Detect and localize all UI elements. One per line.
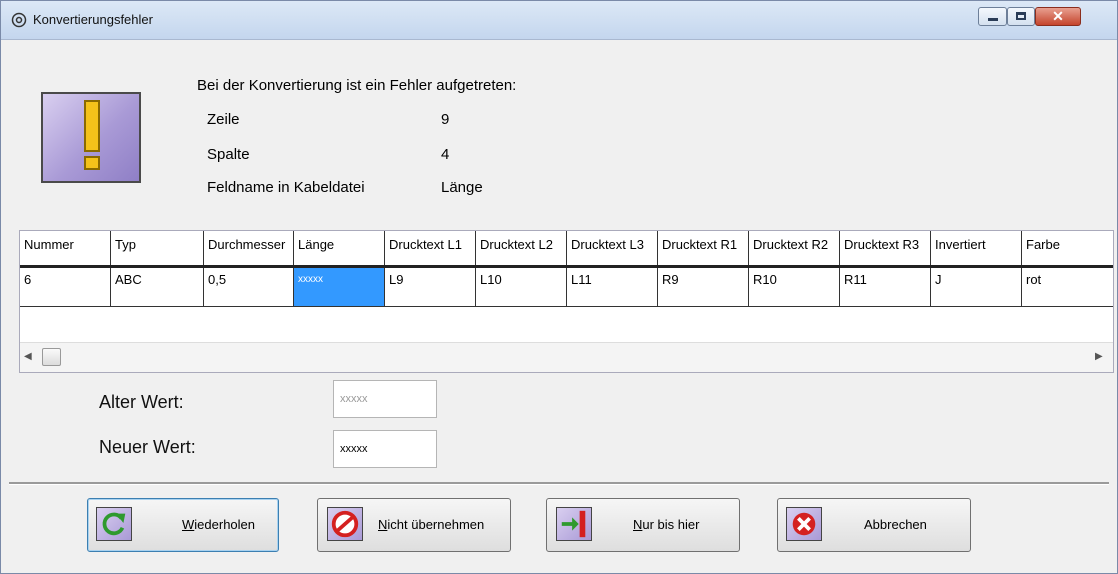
table-cell[interactable]: J xyxy=(930,268,1021,306)
minimize-icon xyxy=(988,18,998,21)
horizontal-scrollbar[interactable]: ◀ ▶ xyxy=(20,342,1113,372)
table-cell[interactable]: rot xyxy=(1021,268,1113,306)
minimize-button[interactable] xyxy=(978,7,1007,26)
cancel-button[interactable]: Abbrechen xyxy=(777,498,971,552)
info-value-row: 9 xyxy=(441,111,450,128)
table-cell[interactable]: L11 xyxy=(566,268,657,306)
col-header[interactable]: Drucktext R3 xyxy=(839,231,930,265)
info-label-column: Spalte xyxy=(207,146,250,163)
scroll-right-icon[interactable]: ▶ xyxy=(1095,349,1109,365)
table-cell[interactable]: 0,5 xyxy=(203,268,293,306)
arrow-to-bar-icon xyxy=(556,507,592,541)
skip-button[interactable]: Nicht übernehmen xyxy=(317,498,511,552)
close-icon: ✕ xyxy=(1052,8,1064,24)
table-cell[interactable]: L9 xyxy=(384,268,475,306)
info-label-fieldname: Feldname in Kabeldatei xyxy=(207,179,365,196)
maximize-button[interactable] xyxy=(1007,7,1035,26)
col-header[interactable]: Farbe xyxy=(1021,231,1113,265)
retry-button[interactable]: Wiederholen xyxy=(87,498,279,552)
close-button[interactable]: ✕ xyxy=(1035,7,1081,26)
cancel-x-icon xyxy=(786,507,822,541)
table-cell[interactable]: R11 xyxy=(839,268,930,306)
title-bar[interactable]: Konvertierungsfehler ✕ xyxy=(1,1,1117,40)
table-row[interactable]: 6 ABC 0,5 xxxxx L9 L10 L11 R9 R10 R11 J … xyxy=(20,268,1113,307)
app-icon xyxy=(11,12,27,28)
col-header[interactable]: Nummer xyxy=(20,231,110,265)
table-cell[interactable]: L10 xyxy=(475,268,566,306)
col-header[interactable]: Drucktext L1 xyxy=(384,231,475,265)
refresh-icon xyxy=(96,507,132,541)
window-title: Konvertierungsfehler xyxy=(33,12,153,27)
scroll-thumb[interactable] xyxy=(42,348,61,366)
selected-cell[interactable]: xxxxx xyxy=(293,268,384,306)
data-grid[interactable]: Nummer Typ Durchmesser Länge Drucktext L… xyxy=(19,230,1114,373)
col-header[interactable]: Drucktext R1 xyxy=(657,231,748,265)
old-value-field: xxxxx xyxy=(333,380,437,418)
info-value-fieldname: Länge xyxy=(441,179,483,196)
col-header[interactable]: Drucktext L3 xyxy=(566,231,657,265)
dialog-window: Konvertierungsfehler ✕ Bei der Konvertie… xyxy=(0,0,1118,574)
col-header[interactable]: Länge xyxy=(293,231,384,265)
col-header[interactable]: Typ xyxy=(110,231,203,265)
no-entry-icon xyxy=(327,507,363,541)
table-cell[interactable]: ABC xyxy=(110,268,203,306)
separator xyxy=(9,482,1109,485)
info-label-row: Zeile xyxy=(207,111,240,128)
col-header[interactable]: Drucktext L2 xyxy=(475,231,566,265)
error-message: Bei der Konvertierung ist ein Fehler auf… xyxy=(197,77,517,94)
col-header[interactable]: Durchmesser xyxy=(203,231,293,265)
table-cell[interactable]: R10 xyxy=(748,268,839,306)
col-header[interactable]: Drucktext R2 xyxy=(748,231,839,265)
col-header[interactable]: Invertiert xyxy=(930,231,1021,265)
new-value-label: Neuer Wert: xyxy=(99,437,196,457)
info-value-column: 4 xyxy=(441,146,450,163)
until-here-button[interactable]: Nur bis hier xyxy=(546,498,740,552)
table-cell[interactable]: 6 xyxy=(20,268,110,306)
old-value-label: Alter Wert: xyxy=(99,392,184,412)
maximize-icon xyxy=(1016,12,1026,20)
new-value-field[interactable]: xxxxx xyxy=(333,430,437,468)
scroll-left-icon[interactable]: ◀ xyxy=(24,349,38,365)
warning-icon xyxy=(41,92,141,183)
table-cell[interactable]: R9 xyxy=(657,268,748,306)
